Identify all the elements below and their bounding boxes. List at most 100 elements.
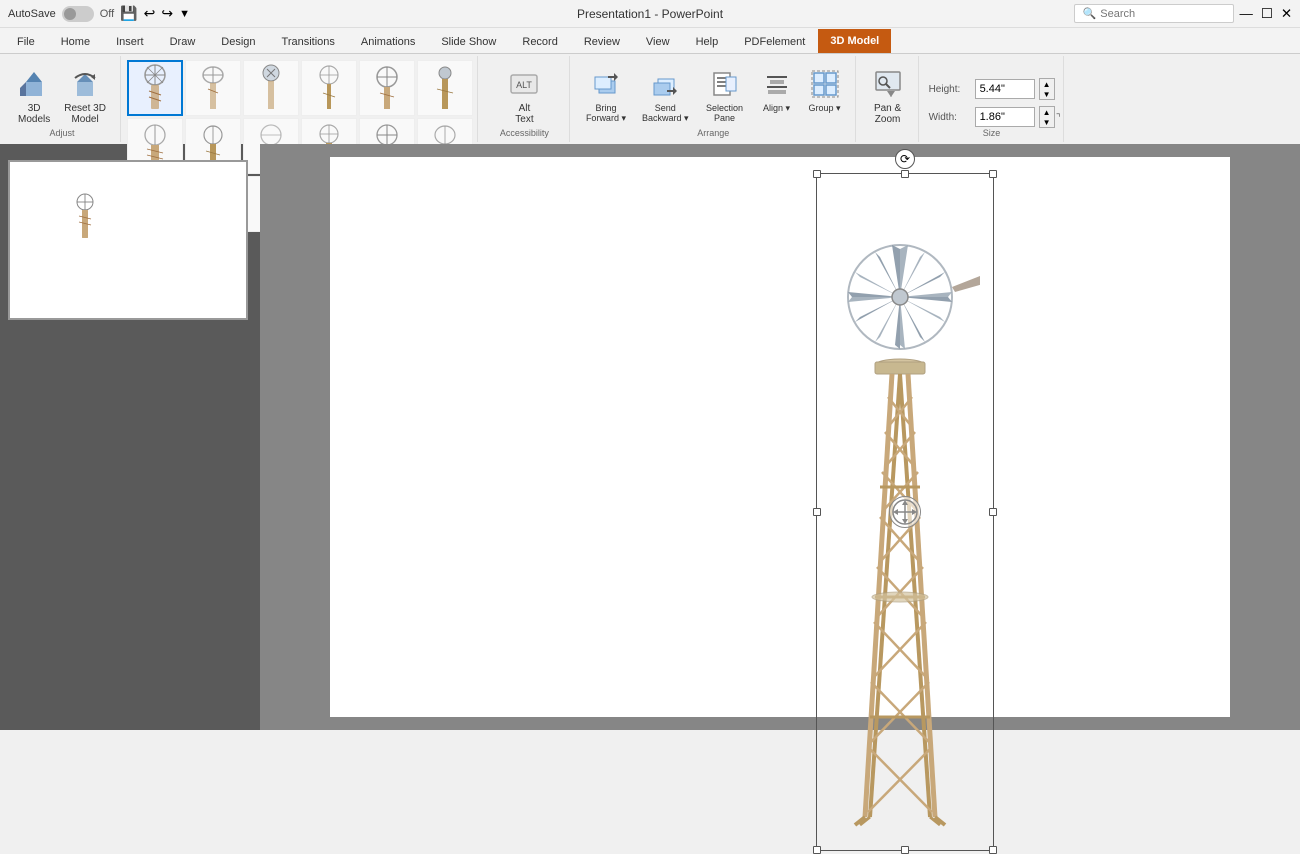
handle-top-right[interactable] bbox=[989, 170, 997, 178]
view-cell-0[interactable] bbox=[127, 60, 183, 116]
tab-review[interactable]: Review bbox=[571, 29, 633, 53]
align-icon bbox=[761, 68, 793, 100]
tab-draw[interactable]: Draw bbox=[157, 29, 209, 53]
view-cell-3[interactable] bbox=[301, 60, 357, 116]
size-group: Height: ▲ ▼ Width: ▲ ▼ Size ⌝ bbox=[921, 56, 1064, 142]
tab-help[interactable]: Help bbox=[683, 29, 732, 53]
toggle-dot bbox=[64, 8, 76, 20]
handle-mid-left[interactable] bbox=[813, 508, 821, 516]
undo-button[interactable]: ↩ bbox=[144, 5, 156, 22]
tab-file[interactable]: File bbox=[4, 29, 48, 53]
handle-top-center[interactable] bbox=[901, 170, 909, 178]
group-label: Group ▾ bbox=[809, 103, 841, 114]
pan-zoom-button[interactable]: Pan &Zoom bbox=[866, 64, 910, 129]
ribbon-tabs: File Home Insert Draw Design Transitions… bbox=[0, 28, 1300, 54]
alt-text-label: AltText bbox=[515, 103, 533, 125]
accessibility-group: ALT AltText Accessibility bbox=[480, 56, 570, 142]
more-tools-button[interactable]: ▼ bbox=[179, 8, 190, 20]
view-cell-2[interactable] bbox=[243, 60, 299, 116]
selection-pane-button[interactable]: SelectionPane bbox=[699, 64, 751, 127]
send-backward-button[interactable]: SendBackward ▾ bbox=[636, 64, 695, 128]
arrange-group: BringForward ▾ SendBackward ▾ bbox=[572, 56, 856, 142]
tab-insert[interactable]: Insert bbox=[103, 29, 157, 53]
reset-3d-button[interactable]: Reset 3DModel bbox=[58, 64, 112, 129]
send-backward-icon bbox=[649, 68, 681, 100]
width-label: Width: bbox=[929, 112, 971, 123]
tab-pdfelement[interactable]: PDFelement bbox=[731, 29, 818, 53]
bring-forward-icon bbox=[590, 68, 622, 100]
height-input[interactable] bbox=[975, 79, 1035, 99]
bring-forward-button[interactable]: BringForward ▾ bbox=[580, 64, 632, 128]
arrange-buttons: BringForward ▾ SendBackward ▾ bbox=[580, 60, 847, 138]
tab-design[interactable]: Design bbox=[208, 29, 268, 53]
handle-top-left[interactable] bbox=[813, 170, 821, 178]
size-label: Size bbox=[921, 128, 1063, 138]
align-label: Align ▾ bbox=[763, 103, 790, 114]
tab-animations[interactable]: Animations bbox=[348, 29, 428, 53]
views-group bbox=[123, 56, 478, 142]
tab-3d-model[interactable]: 3D Model bbox=[818, 29, 891, 53]
view-cell-5[interactable] bbox=[417, 60, 473, 116]
width-spinner[interactable]: ▲ ▼ bbox=[1039, 106, 1055, 128]
height-spinner[interactable]: ▲ ▼ bbox=[1039, 78, 1055, 100]
handle-mid-right[interactable] bbox=[989, 508, 997, 516]
handle-bottom-right[interactable] bbox=[989, 846, 997, 854]
tab-transitions[interactable]: Transitions bbox=[269, 29, 348, 53]
pan-orbit-handle[interactable] bbox=[889, 496, 921, 528]
slide-canvas[interactable]: ⟳ bbox=[330, 157, 1230, 717]
view-cell-1[interactable] bbox=[185, 60, 241, 116]
3d-model-container[interactable]: ⟳ bbox=[820, 177, 990, 847]
height-down-arrow[interactable]: ▼ bbox=[1040, 89, 1054, 99]
tab-record[interactable]: Record bbox=[509, 29, 570, 53]
tab-slideshow[interactable]: Slide Show bbox=[428, 29, 509, 53]
search-icon: 🔍 bbox=[1083, 7, 1097, 20]
save-button[interactable]: 💾 bbox=[120, 5, 137, 22]
slide-thumbnail-1[interactable] bbox=[8, 160, 248, 320]
windmill-thumb-2 bbox=[251, 65, 291, 111]
width-row: Width: ▲ ▼ bbox=[929, 106, 1055, 128]
height-row: Height: ▲ ▼ bbox=[929, 78, 1055, 100]
alt-text-button[interactable]: ALT AltText bbox=[502, 64, 546, 129]
close-button[interactable]: ✕ bbox=[1281, 6, 1292, 22]
autosave-toggle[interactable] bbox=[62, 6, 94, 22]
width-down-arrow[interactable]: ▼ bbox=[1040, 117, 1054, 127]
window-controls: — ☐ ✕ bbox=[1240, 6, 1292, 22]
autosave-area: AutoSave Off 💾 ↩ ↪ ▼ bbox=[8, 5, 190, 22]
slide-item-1[interactable]: 1 bbox=[8, 160, 252, 320]
windmill-thumb-1 bbox=[193, 65, 233, 111]
ribbon-content: 3DModels Reset 3DModel Adjust bbox=[0, 54, 1300, 144]
pan-zoom-icon bbox=[872, 68, 904, 100]
windmill-thumb-3 bbox=[309, 65, 349, 111]
width-input[interactable] bbox=[975, 107, 1035, 127]
tab-home[interactable]: Home bbox=[48, 29, 103, 53]
width-up-arrow[interactable]: ▲ bbox=[1040, 107, 1054, 117]
tab-view[interactable]: View bbox=[633, 29, 683, 53]
pan-zoom-buttons: Pan &Zoom bbox=[866, 60, 910, 138]
pan-zoom-group: Pan &Zoom bbox=[858, 56, 919, 142]
3d-models-icon bbox=[18, 68, 50, 100]
group-icon bbox=[809, 68, 841, 100]
maximize-button[interactable]: ☐ bbox=[1261, 6, 1273, 22]
minimize-button[interactable]: — bbox=[1240, 6, 1253, 22]
windmill-thumb-5 bbox=[425, 65, 465, 111]
adjust-label: Adjust bbox=[4, 128, 120, 138]
align-button[interactable]: Align ▾ bbox=[755, 64, 799, 118]
handle-bottom-center[interactable] bbox=[901, 846, 909, 854]
3d-models-button[interactable]: 3DModels bbox=[12, 64, 56, 129]
height-up-arrow[interactable]: ▲ bbox=[1040, 79, 1054, 89]
window-title: Presentation1 - PowerPoint bbox=[577, 7, 723, 21]
rotate-handle[interactable]: ⟳ bbox=[895, 149, 915, 169]
alt-text-icon: ALT bbox=[508, 68, 540, 100]
size-dialog-launcher[interactable]: ⌝ bbox=[1056, 113, 1061, 124]
titlebar: AutoSave Off 💾 ↩ ↪ ▼ Presentation1 - Pow… bbox=[0, 0, 1300, 28]
windmill-thumb-4 bbox=[367, 65, 407, 111]
group-button[interactable]: Group ▾ bbox=[803, 64, 847, 118]
view-cell-4[interactable] bbox=[359, 60, 415, 116]
search-input[interactable] bbox=[1100, 8, 1220, 20]
svg-text:ALT: ALT bbox=[517, 80, 533, 90]
handle-bottom-left[interactable] bbox=[813, 846, 821, 854]
windmill-thumb-0 bbox=[135, 65, 175, 111]
arrange-label: Arrange bbox=[572, 128, 855, 138]
redo-button[interactable]: ↪ bbox=[161, 5, 173, 22]
reset-3d-icon bbox=[69, 68, 101, 100]
